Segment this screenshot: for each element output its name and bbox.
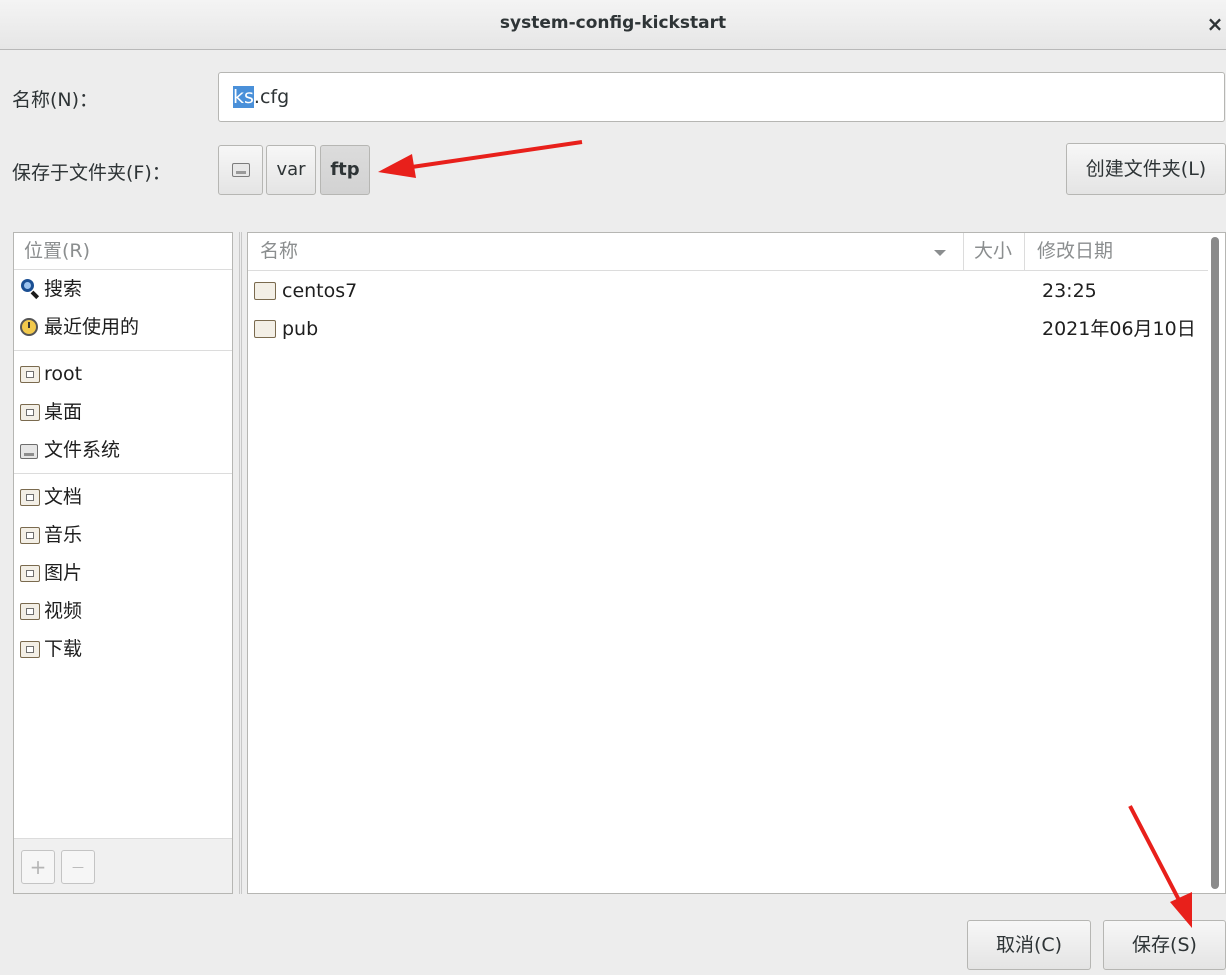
path-button-var[interactable]: var: [266, 145, 316, 195]
file-modified: 23:25: [1042, 280, 1097, 302]
sidebar-item-downloads[interactable]: 下载: [14, 630, 232, 668]
folder-icon: [254, 282, 276, 300]
search-icon: [20, 278, 40, 300]
sort-descending-icon: [934, 250, 946, 256]
sidebar-divider: [14, 473, 232, 474]
folder-icon: [254, 320, 276, 338]
filename-rest-text: .cfg: [253, 86, 290, 108]
column-header-size[interactable]: 大小: [963, 233, 1025, 270]
file-list-header: 名称 大小 修改日期: [248, 233, 1208, 271]
recent-icon: [20, 318, 38, 336]
videos-folder-icon: [20, 603, 40, 620]
close-button[interactable]: ×: [1204, 10, 1226, 38]
name-label: 名称(N)：: [12, 89, 99, 111]
desktop-folder-icon: [20, 404, 40, 421]
filename-input[interactable]: ks.cfg: [218, 72, 1225, 122]
column-header-modified[interactable]: 修改日期: [1024, 233, 1208, 270]
save-in-folder-label: 保存于文件夹(F)：: [12, 162, 171, 184]
file-list: 名称 大小 修改日期 centos7 23:25 pub 2021年06月10日: [247, 232, 1226, 894]
sidebar-item-documents[interactable]: 文档: [14, 478, 232, 516]
pane-splitter[interactable]: [239, 232, 242, 894]
places-sidebar: 位置(R) 搜索 最近使用的 root 桌面 文件系统 文档 音乐 图片 视频 …: [13, 232, 233, 894]
column-header-name[interactable]: 名称: [260, 233, 960, 270]
path-button-root[interactable]: [218, 145, 263, 195]
file-name: pub: [282, 318, 319, 340]
sidebar-item-label: 视频: [44, 600, 83, 622]
sidebar-item-label: 最近使用的: [44, 316, 140, 338]
sidebar-item-label: root: [44, 363, 83, 385]
drive-icon: [231, 163, 250, 177]
create-folder-button[interactable]: 创建文件夹(L): [1066, 143, 1226, 195]
sidebar-item-desktop[interactable]: 桌面: [14, 393, 232, 431]
sidebar-item-videos[interactable]: 视频: [14, 592, 232, 630]
music-folder-icon: [20, 527, 40, 544]
filesystem-icon: [20, 444, 38, 459]
save-button[interactable]: 保存(S): [1103, 920, 1226, 970]
title-bar: system-config-kickstart ×: [0, 0, 1226, 50]
sidebar-item-filesystem[interactable]: 文件系统: [14, 431, 232, 469]
vertical-scrollbar[interactable]: [1211, 237, 1219, 889]
sidebar-item-label: 文档: [44, 486, 83, 508]
places-footer: + —: [14, 838, 232, 893]
sidebar-item-label: 桌面: [44, 401, 83, 423]
window-title: system-config-kickstart: [499, 13, 727, 33]
file-name: centos7: [282, 280, 358, 302]
sidebar-item-recent[interactable]: 最近使用的: [14, 308, 232, 346]
sidebar-item-pictures[interactable]: 图片: [14, 554, 232, 592]
annotation-arrow-ftp: [378, 140, 583, 178]
sidebar-item-root[interactable]: root: [14, 355, 232, 393]
remove-bookmark-button[interactable]: —: [61, 850, 95, 884]
sidebar-item-music[interactable]: 音乐: [14, 516, 232, 554]
cancel-button[interactable]: 取消(C): [967, 920, 1091, 970]
sidebar-item-label: 搜索: [44, 278, 83, 300]
sidebar-item-label: 图片: [44, 562, 83, 584]
path-button-ftp[interactable]: ftp: [320, 145, 370, 195]
sidebar-divider: [14, 350, 232, 351]
places-header: 位置(R): [14, 233, 232, 270]
sidebar-item-label: 文件系统: [44, 439, 121, 461]
sidebar-item-label: 下载: [44, 638, 83, 660]
home-folder-icon: [20, 366, 40, 383]
add-bookmark-button[interactable]: +: [21, 850, 55, 884]
downloads-folder-icon: [20, 641, 40, 658]
pictures-folder-icon: [20, 565, 40, 582]
sidebar-item-search[interactable]: 搜索: [14, 270, 232, 308]
filename-selected-text: ks: [233, 86, 254, 108]
file-modified: 2021年06月10日: [1042, 318, 1196, 340]
documents-folder-icon: [20, 489, 40, 506]
table-row[interactable]: pub 2021年06月10日: [248, 310, 1208, 348]
table-row[interactable]: centos7 23:25: [248, 272, 1208, 310]
sidebar-item-label: 音乐: [44, 524, 83, 546]
